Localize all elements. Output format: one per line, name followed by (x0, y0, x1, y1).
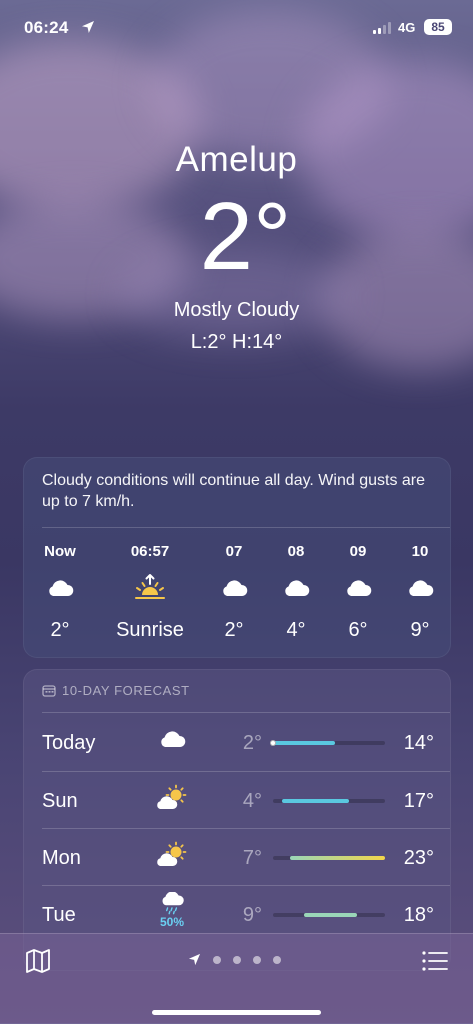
cloud-icon (347, 580, 372, 596)
low-temperature: 2° (242, 732, 262, 754)
forecast-row[interactable]: Today 2° 14° (24, 714, 450, 771)
list-icon[interactable] (421, 948, 449, 974)
high-temperature: 23° (403, 847, 434, 869)
hourly-list[interactable]: Now 2° 06:57 Sunrise 07 2° 08 4° 09 6° 1… (24, 542, 450, 652)
partly-sunny-icon (157, 784, 187, 809)
hour-temperature: 6° (348, 619, 368, 641)
low-temperature: 4° (242, 790, 262, 812)
day-name: Sun (42, 790, 78, 812)
location-arrow-icon (82, 21, 94, 33)
bottom-toolbar (0, 933, 473, 1024)
calendar-icon (42, 685, 56, 697)
ten-day-forecast-card[interactable]: 10-DAY FORECAST Today 2° 14° Sun 4° 17° … (23, 669, 451, 971)
current-temperature: 2° (199, 183, 292, 290)
page-dot[interactable] (253, 955, 261, 964)
hour-item[interactable]: Now 2° (25, 542, 95, 644)
hourly-forecast-card[interactable]: Cloudy conditions will continue all day.… (23, 457, 451, 658)
hour-temperature: 9° (410, 619, 430, 641)
low-high-temperature: L:2° H:14° (190, 331, 283, 353)
hour-temperature: 2° (50, 619, 70, 641)
temperature-range-fill (304, 913, 357, 917)
temperature-range-bar (270, 740, 385, 746)
forecast-title: 10-DAY FORECAST (62, 683, 190, 698)
temperature-range-fill (281, 799, 350, 803)
forecast-header: 10-DAY FORECAST (42, 683, 190, 698)
map-icon[interactable] (25, 948, 51, 974)
status-time: 06:24 (24, 18, 69, 37)
city-name: Amelup (175, 140, 298, 179)
cellular-signal-icon (373, 22, 391, 34)
weather-summary: Cloudy conditions will continue all day.… (42, 472, 426, 510)
high-temperature: 18° (403, 904, 434, 926)
hour-label: 09 (349, 543, 367, 560)
day-name: Today (42, 732, 96, 754)
page-indicator[interactable] (188, 953, 281, 966)
page-dot[interactable] (213, 955, 221, 964)
sunrise-icon (135, 574, 165, 599)
temperature-range-bar (273, 856, 385, 860)
hour-label: Now (44, 543, 76, 560)
page-dot[interactable] (273, 955, 281, 964)
status-bar: 06:24 4G 85 (0, 0, 473, 56)
hour-label: 08 (287, 543, 305, 560)
day-name: Tue (42, 904, 76, 926)
low-temperature: 9° (242, 904, 262, 926)
page-dot[interactable] (233, 955, 241, 964)
hour-item[interactable]: 09 6° (323, 542, 393, 644)
cloud-icon (161, 731, 186, 747)
forecast-row[interactable]: Sun 4° 17° (24, 772, 450, 829)
battery-indicator: 85 (424, 19, 452, 35)
divider (42, 712, 450, 713)
hour-item[interactable]: 07 2° (199, 542, 269, 644)
network-type: 4G (398, 20, 416, 35)
hour-item[interactable]: 08 4° (261, 542, 331, 644)
partly-sunny-icon (157, 841, 187, 866)
low-temperature: 7° (242, 847, 262, 869)
current-temperature-marker (270, 740, 276, 746)
cloud-icon (285, 580, 310, 596)
temperature-range-fill (273, 741, 335, 745)
home-indicator (152, 1010, 321, 1015)
cloud-icon (409, 580, 434, 596)
temperature-range-bar (273, 799, 385, 803)
high-temperature: 17° (403, 790, 434, 812)
temperature-range-fill (289, 856, 385, 860)
divider (42, 527, 450, 528)
current-location-arrow-icon[interactable] (188, 953, 201, 966)
hour-label: 10 (411, 543, 429, 560)
forecast-row[interactable]: Mon 7° 23° (24, 829, 450, 886)
hour-item[interactable]: 06:57 Sunrise (113, 542, 187, 644)
day-name: Mon (42, 847, 81, 869)
current-condition: Mostly Cloudy (173, 299, 300, 321)
hour-label: 06:57 (130, 543, 170, 560)
hour-label: 07 (225, 543, 243, 560)
rain-cloud-icon (162, 892, 184, 915)
hour-event-label: Sunrise (116, 619, 184, 641)
temperature-range-bar (273, 913, 385, 917)
precipitation-chance: 50% (159, 915, 185, 929)
hour-temperature: 2° (224, 619, 244, 641)
hour-temperature: 4° (286, 619, 306, 641)
hour-item[interactable]: 10 9° (385, 542, 455, 644)
cloud-icon (223, 580, 248, 596)
cloud-icon (49, 580, 74, 596)
high-temperature: 14° (403, 732, 434, 754)
current-weather: Amelup 2° Mostly Cloudy L:2° H:14° (0, 138, 473, 356)
